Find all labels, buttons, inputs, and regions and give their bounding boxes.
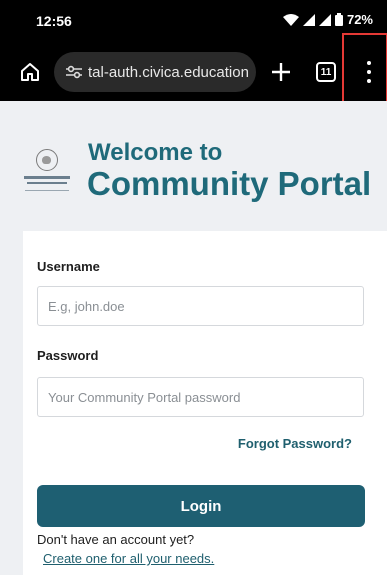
address-bar[interactable]: tal-auth.civica.education: [54, 52, 256, 92]
tab-count: 11: [320, 66, 332, 78]
signal-icon-2: [318, 13, 331, 26]
no-account-text: Don't have an account yet?: [37, 532, 195, 547]
signal-icon: [302, 13, 315, 26]
battery-icon: [334, 13, 343, 26]
welcome-heading: Welcome to: [88, 139, 223, 166]
status-time: 12:56: [36, 13, 72, 29]
tab-switcher-button[interactable]: 11: [316, 62, 336, 82]
new-tab-icon[interactable]: [268, 59, 294, 85]
login-form: Username Password Forgot Password? Login…: [23, 231, 387, 575]
browser-toolbar: tal-auth.civica.education 11: [0, 44, 387, 101]
create-account-link[interactable]: Create one for all your needs.: [43, 551, 214, 566]
username-input[interactable]: [37, 286, 364, 326]
page-title: Community Portal: [87, 165, 372, 202]
status-icons: 72%: [282, 12, 373, 27]
username-label: Username: [37, 259, 100, 274]
crest-icon: [36, 149, 58, 171]
status-bar: 12:56 72%: [0, 0, 387, 44]
battery-level: 72%: [346, 12, 373, 27]
site-settings-icon[interactable]: [64, 64, 84, 80]
page-header: Welcome to Community Portal: [0, 101, 387, 231]
forgot-password-link[interactable]: Forgot Password?: [238, 436, 352, 451]
password-label: Password: [37, 348, 99, 363]
password-input[interactable]: [37, 377, 364, 417]
wifi-icon: [282, 13, 299, 26]
government-logo: [22, 145, 72, 201]
url-text: tal-auth.civica.education: [88, 63, 249, 81]
home-icon[interactable]: [18, 60, 42, 84]
login-button[interactable]: Login: [37, 485, 365, 527]
